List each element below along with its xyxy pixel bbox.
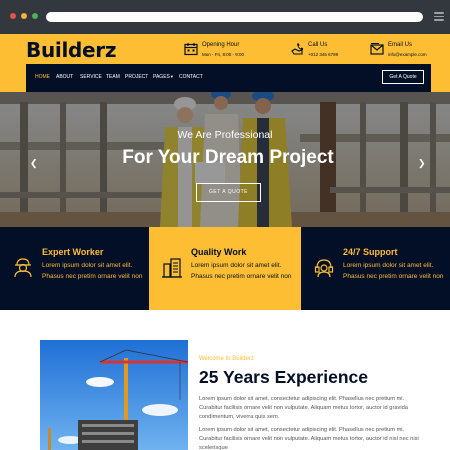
hero-title: For Your Dream Project <box>122 147 334 168</box>
about-paragraph: Lorem ipsum dolor sit amet, consectetur … <box>199 396 408 420</box>
nav-pages[interactable]: PAGES▼ <box>153 74 174 80</box>
nav-project[interactable]: PROJECT <box>125 74 148 80</box>
phone-hand-icon <box>291 43 303 55</box>
browser-window: Builderz Opening Hour Mon - Fri, 8:00 - … <box>0 0 450 450</box>
about-paragraph: Lorem ipsum dolor sit amet, consectetur … <box>199 427 419 450</box>
hero-quote-button[interactable]: GET A QUOTE <box>196 183 261 202</box>
construction-photo <box>40 340 188 450</box>
chevron-left-icon[interactable]: ❮ <box>30 158 38 169</box>
call-us-value[interactable]: +012 345 6789 <box>308 52 338 57</box>
feature-description: Lorem ipsum dolor sit amet elit. Phasus … <box>42 262 143 280</box>
nav-about[interactable]: ABOUT <box>56 74 73 80</box>
chevron-right-icon[interactable]: ❯ <box>418 158 426 169</box>
browser-toolbar <box>0 0 450 34</box>
opening-hours-title: Opening Hour <box>202 42 240 48</box>
calendar-icon <box>184 43 198 56</box>
maximize-window-button[interactable] <box>32 13 38 19</box>
nav-pages-label: PAGES <box>153 74 170 80</box>
email-us-value[interactable]: info@example.com <box>388 52 427 57</box>
email-us-title: Email Us <box>388 42 413 48</box>
worker-icon <box>14 258 32 278</box>
feature-title: Quality Work <box>191 247 247 257</box>
feature-quality-work: Quality Work Lorem ipsum dolor sit amet … <box>149 227 301 310</box>
nav-team[interactable]: TEAM <box>106 74 120 80</box>
opening-hours-value: Mon - Fri, 8:00 - 9:00 <box>202 52 245 57</box>
feature-support: 24/7 Support Lorem ipsum dolor sit amet … <box>301 227 450 310</box>
main-navbar: HOME ABOUT SERVICE TEAM PROJECT PAGES▼ C… <box>26 64 431 92</box>
hero-subtitle: We Are Professional <box>177 129 273 141</box>
about-title: 25 Years Experience <box>199 367 368 387</box>
call-us-title: Call Us <box>308 42 328 48</box>
building-icon <box>162 258 182 278</box>
support-icon <box>314 259 334 278</box>
features-section: Expert Worker Lorem ipsum dolor sit amet… <box>0 227 450 310</box>
about-kicker: Welcome to Builderz <box>199 356 254 362</box>
get-quote-button[interactable]: Get A Quote <box>382 70 424 84</box>
feature-description: Lorem ipsum dolor sit amet elit. Phasus … <box>191 262 292 280</box>
feature-expert-worker: Expert Worker Lorem ipsum dolor sit amet… <box>0 227 149 310</box>
site-logo[interactable]: Builderz <box>26 38 116 62</box>
nav-home[interactable]: HOME <box>35 74 50 80</box>
nav-contact[interactable]: CONTACT <box>179 74 203 80</box>
feature-description: Lorem ipsum dolor sit amet elit. Phasus … <box>343 262 444 280</box>
hamburger-menu-icon[interactable] <box>434 12 444 21</box>
address-bar[interactable] <box>46 12 423 22</box>
feature-title: Expert Worker <box>42 247 104 257</box>
hero-carousel: We Are Professional For Your Dream Proje… <box>0 92 450 227</box>
close-window-button[interactable] <box>10 13 16 19</box>
minimize-window-button[interactable] <box>21 13 27 19</box>
about-section: Welcome to Builderz 25 Years Experience … <box>0 310 450 450</box>
feature-title: 24/7 Support <box>343 247 398 257</box>
envelope-icon <box>370 43 384 55</box>
chevron-down-icon: ▼ <box>169 74 174 79</box>
nav-service[interactable]: SERVICE <box>80 74 102 80</box>
about-image <box>40 340 188 450</box>
